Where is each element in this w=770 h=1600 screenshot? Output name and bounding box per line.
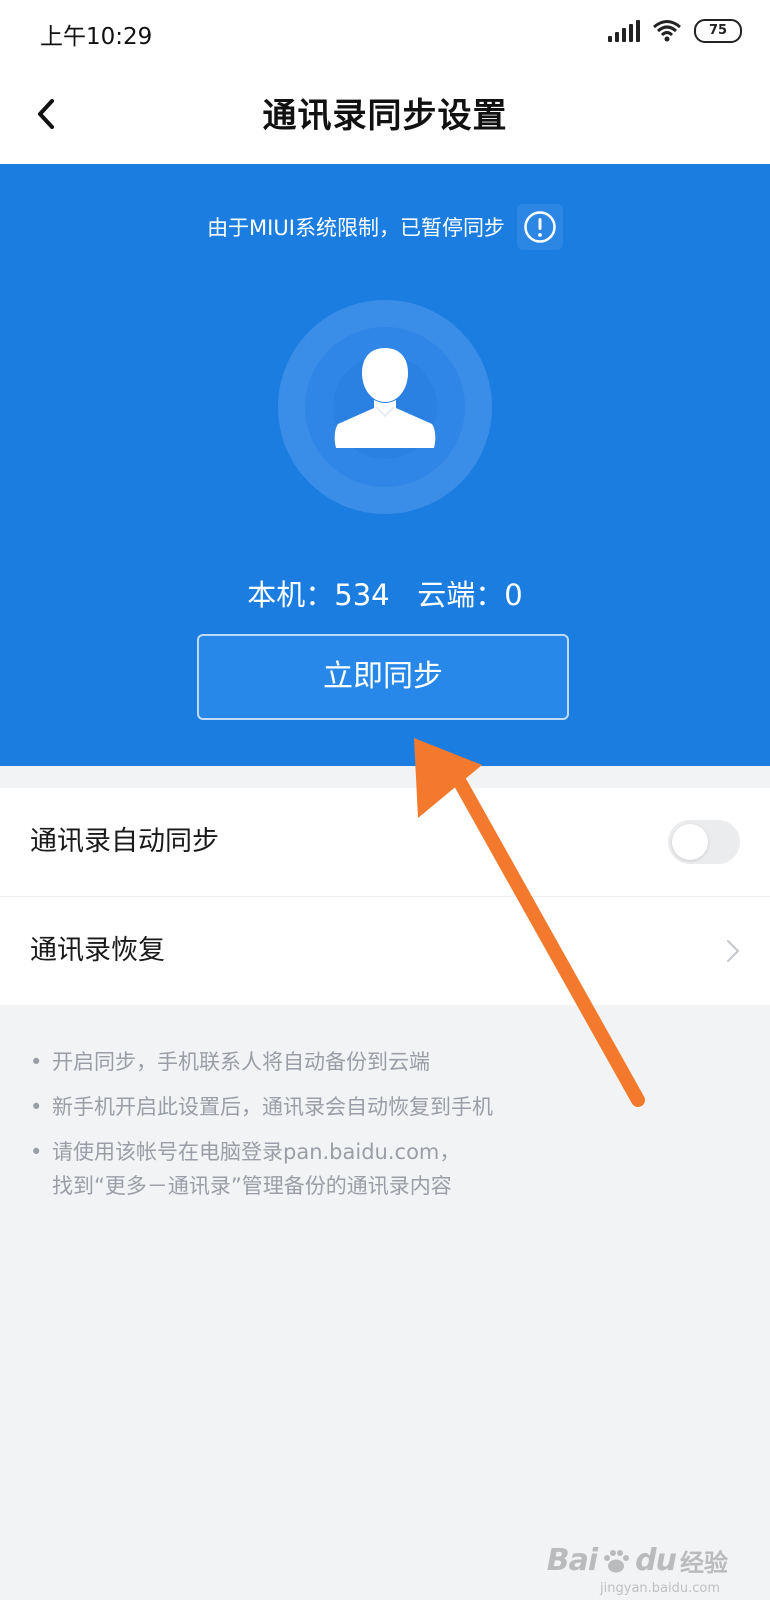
signal-icon <box>608 20 640 42</box>
sync-notice-text: 由于MIUI系统限制，已暂停同步 <box>207 216 505 240</box>
status-icons: 75 <box>608 19 742 43</box>
sync-now-button[interactable]: 立即同步 <box>197 634 569 720</box>
wifi-icon <box>653 20 681 42</box>
tip-text: 请使用该帐号在电脑登录pan.baidu.com， <box>52 1140 461 1164</box>
status-bar: 上午10:29 75 <box>0 0 770 64</box>
watermark-url: jingyan.baidu.com <box>600 1581 720 1596</box>
info-button[interactable] <box>516 204 563 250</box>
watermark-cn: 经验 <box>680 1549 728 1577</box>
watermark-brand: Bai <box>546 1543 598 1578</box>
tip-text: 开启同步，手机联系人将自动备份到云端 <box>52 1050 430 1074</box>
auto-sync-label: 通讯录自动同步 <box>30 826 219 857</box>
tip-item: • 新手机开启此设置后，通讯录会自动恢复到手机 <box>30 1090 730 1124</box>
restore-contacts-label: 通讯录恢复 <box>30 935 165 966</box>
chevron-right-icon <box>727 940 739 962</box>
cloud-count-label: 云端： <box>417 578 505 612</box>
tip-item: • 请使用该帐号在电脑登录pan.baidu.com， 找到“更多－通讯录”管理… <box>30 1135 730 1203</box>
local-count-label: 本机： <box>247 578 335 612</box>
auto-sync-row[interactable]: 通讯录自动同步 <box>0 788 770 897</box>
battery-icon: 75 <box>694 19 742 43</box>
status-time: 上午10:29 <box>40 24 153 50</box>
page-title: 通讯录同步设置 <box>262 96 508 136</box>
contact-counts: 本机：534 云端：0 <box>0 572 770 614</box>
tip-item: • 开启同步，手机联系人将自动备份到云端 <box>30 1045 730 1079</box>
baidu-watermark: Bai du 经验 <box>547 1543 728 1578</box>
cloud-count: 0 <box>504 578 523 612</box>
restore-contacts-row[interactable]: 通讯录恢复 <box>0 897 770 1005</box>
info-circle-icon <box>524 211 556 243</box>
person-icon <box>334 348 436 448</box>
bullet-icon: • <box>30 1050 43 1074</box>
bullet-icon: • <box>30 1095 43 1119</box>
sync-notice: 由于MIUI系统限制，已暂停同步 <box>0 204 770 250</box>
auto-sync-toggle[interactable] <box>668 820 740 864</box>
nav-bar: 通讯录同步设置 <box>0 64 770 164</box>
tip-text: 找到“更多－通讯录”管理备份的通讯录内容 <box>52 1174 452 1198</box>
toggle-knob <box>672 824 708 860</box>
watermark-brand-suffix: du <box>635 1543 677 1578</box>
tip-text: 新手机开启此设置后，通讯录会自动恢复到手机 <box>52 1095 493 1119</box>
settings-list: 通讯录自动同步 通讯录恢复 <box>0 788 770 1005</box>
local-count: 534 <box>334 578 390 612</box>
sync-status-panel: 由于MIUI系统限制，已暂停同步 本机：534 云端：0 立即同步 <box>0 164 770 766</box>
paw-logo-icon <box>604 1549 630 1572</box>
bullet-icon: • <box>30 1140 43 1164</box>
sync-tips: • 开启同步，手机联系人将自动备份到云端 • 新手机开启此设置后，通讯录会自动恢… <box>30 1045 730 1214</box>
